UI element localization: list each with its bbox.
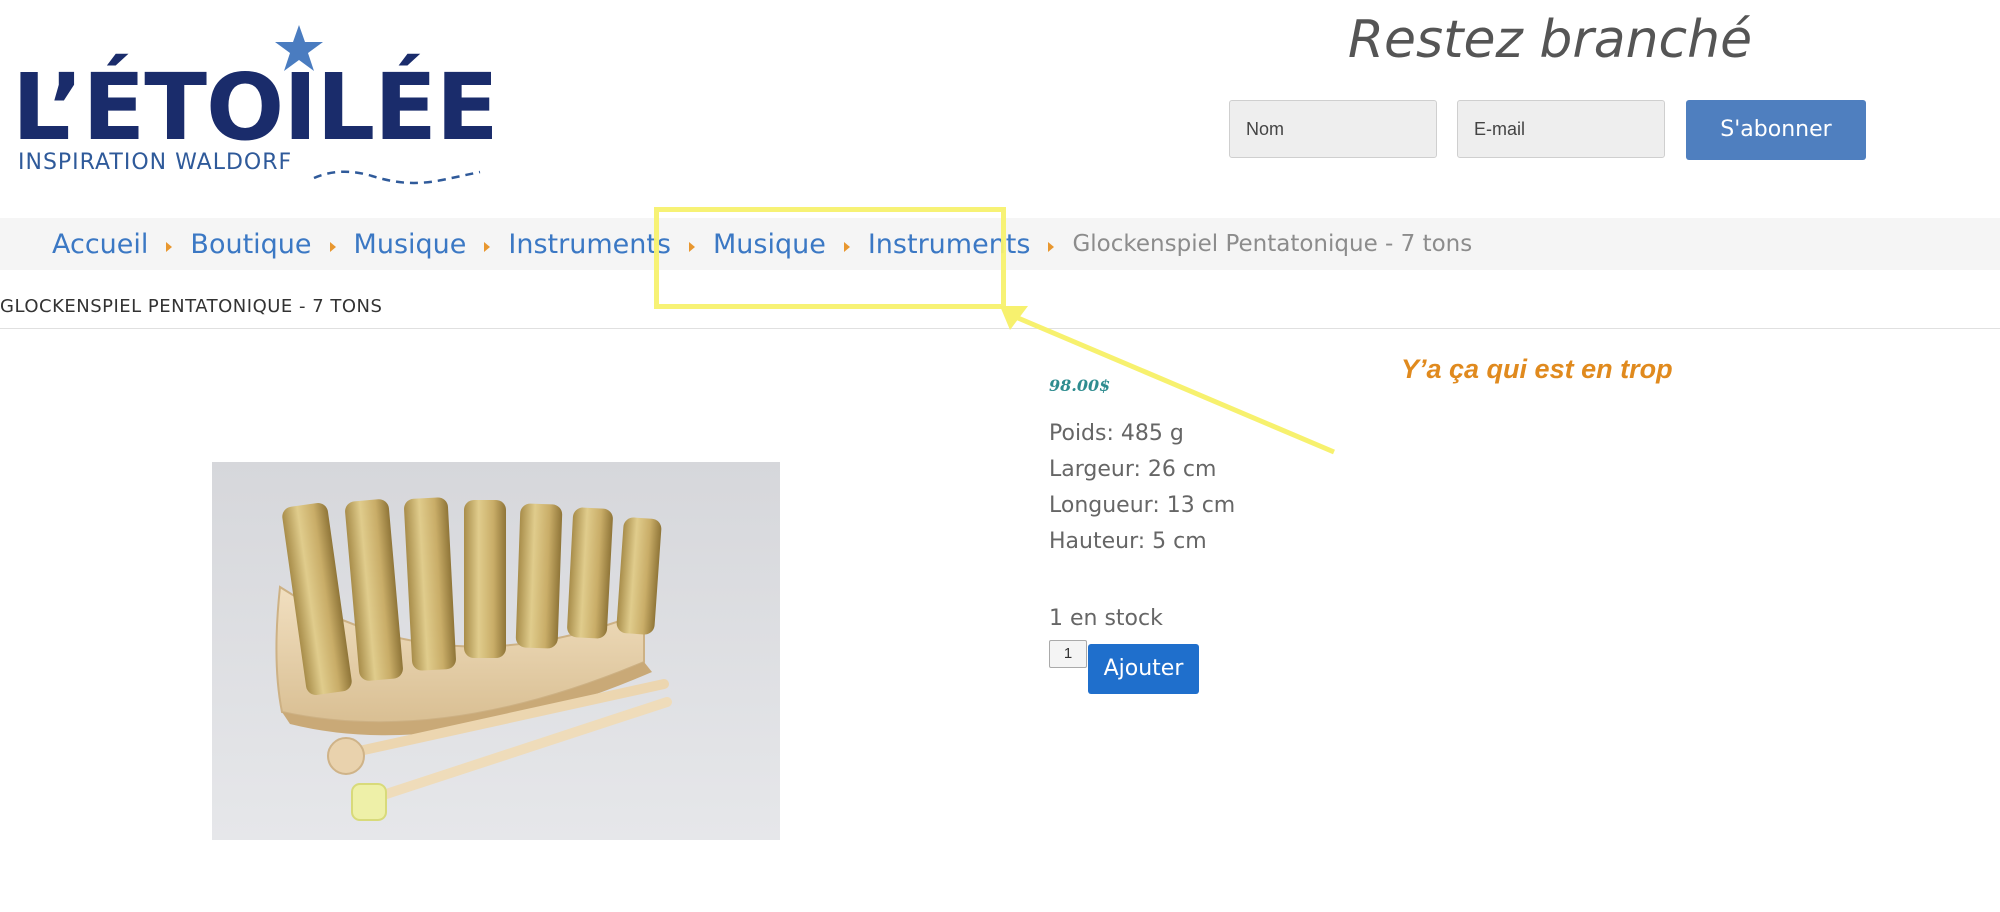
annotation-highlight-box <box>654 207 1006 309</box>
newsletter-title: Restez branché <box>1347 10 1753 70</box>
title-divider <box>0 328 2000 329</box>
spec-weight: Poids: 485 g <box>1049 421 1184 446</box>
annotation-note: Y’a ça qui est en trop <box>1401 354 1673 384</box>
spec-width: Largeur: 26 cm <box>1049 457 1217 482</box>
breadcrumb-separator-icon <box>166 242 173 252</box>
breadcrumb-separator-icon <box>329 242 336 252</box>
quantity-input[interactable]: 1 <box>1049 640 1087 668</box>
page-title: GLOCKENSPIEL PENTATONIQUE - 7 TONS <box>0 296 383 317</box>
product-image <box>212 462 780 840</box>
logo-subtitle: INSPIRATION WALDORF <box>18 150 293 175</box>
email-input[interactable]: E-mail <box>1457 100 1665 158</box>
breadcrumb-item-boutique[interactable]: Boutique <box>190 229 311 260</box>
glockenspiel-illustration <box>212 462 780 840</box>
spec-height: Hauteur: 5 cm <box>1049 529 1207 554</box>
breadcrumb-current: Glockenspiel Pentatonique - 7 tons <box>1072 231 1473 257</box>
breadcrumb-separator-icon <box>1048 242 1055 252</box>
site-logo[interactable]: L’ÉTOILÉE INSPIRATION WALDORF <box>12 24 499 185</box>
subscribe-button[interactable]: S'abonner <box>1686 100 1866 160</box>
breadcrumb-item-accueil[interactable]: Accueil <box>52 229 148 260</box>
add-to-cart-button[interactable]: Ajouter <box>1088 644 1199 694</box>
logo-wave-decoration <box>313 170 481 185</box>
logo-title: L’ÉTOILÉE <box>12 54 499 161</box>
breadcrumb-separator-icon <box>484 242 491 252</box>
product-price: 98.00$ <box>1049 376 1111 395</box>
name-input[interactable]: Nom <box>1229 100 1437 158</box>
stock-status: 1 en stock <box>1049 606 1163 631</box>
spec-length: Longueur: 13 cm <box>1049 493 1236 518</box>
breadcrumb-item-instruments[interactable]: Instruments <box>508 229 671 260</box>
breadcrumb-item-musique[interactable]: Musique <box>354 229 467 260</box>
